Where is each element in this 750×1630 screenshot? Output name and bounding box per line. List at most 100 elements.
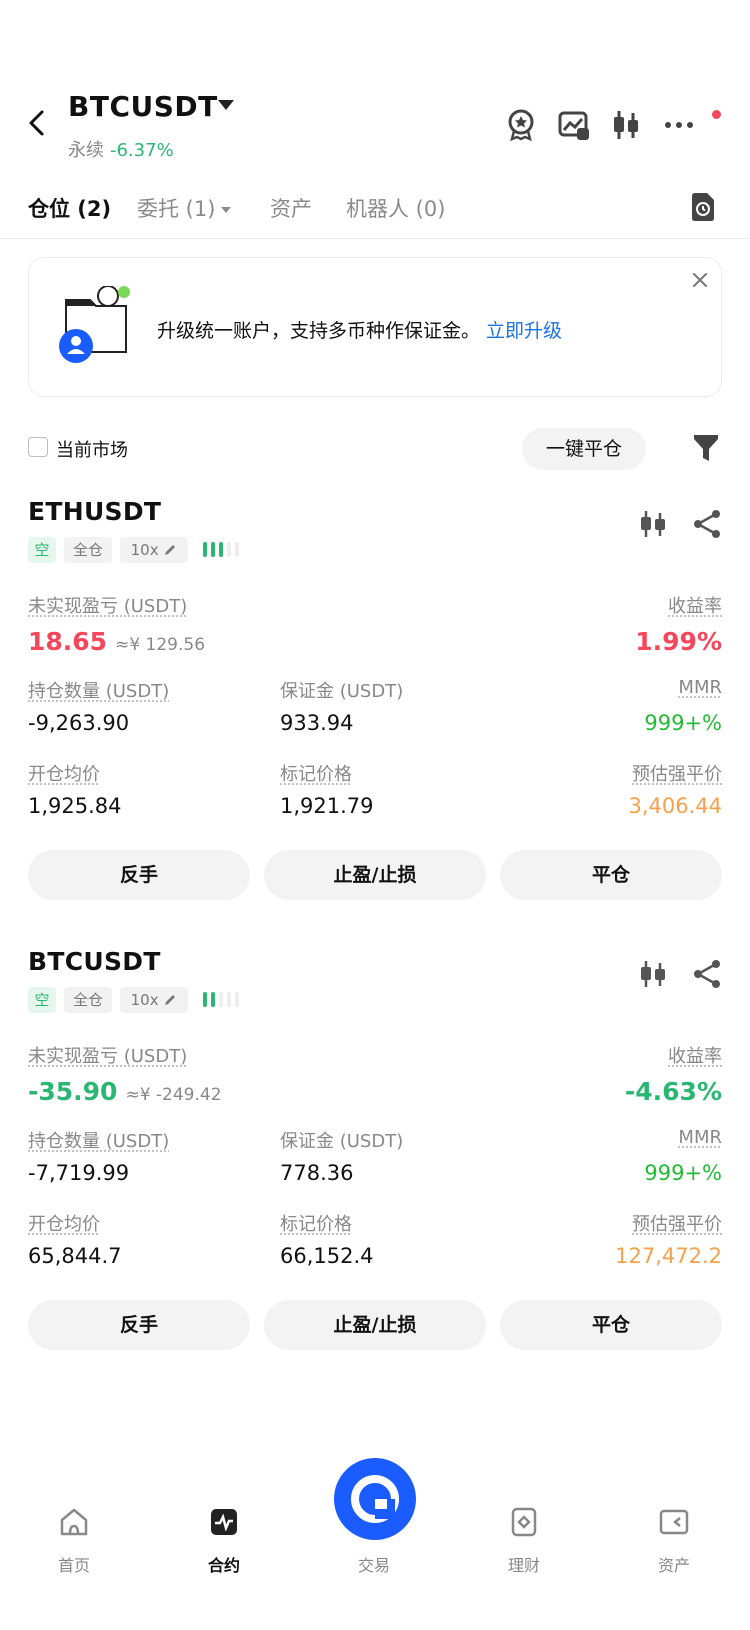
unrealized-pnl: -35.90 ≈¥ -249.42: [28, 1077, 222, 1106]
mark-price-value: 1,921.79: [280, 794, 374, 818]
close-all-button[interactable]: 一键平仓: [522, 428, 646, 470]
contract-type: 永续: [68, 140, 104, 161]
notification-dot: [712, 110, 721, 119]
close-position-button[interactable]: 平仓: [500, 1300, 722, 1350]
tp-sl-button[interactable]: 止盈/止损: [264, 1300, 486, 1350]
reverse-button[interactable]: 反手: [28, 850, 250, 900]
position-symbol[interactable]: ETHUSDT: [28, 497, 161, 526]
nav-earn-label[interactable]: 理财: [464, 1552, 584, 1576]
adl-bar: [203, 542, 207, 557]
symbol-dropdown-icon[interactable]: [218, 100, 234, 110]
side-tag: 空: [28, 987, 56, 1013]
adl-bar: [227, 992, 231, 1007]
position-size-value: -9,263.90: [28, 711, 130, 735]
roe-label[interactable]: 收益率: [668, 592, 722, 618]
mmr-label[interactable]: MMR: [678, 1127, 722, 1148]
current-market-checkbox[interactable]: [28, 437, 48, 457]
margin-mode-tag: 全仓: [64, 987, 112, 1013]
futures-icon[interactable]: [208, 1506, 240, 1538]
trade-button[interactable]: [334, 1458, 416, 1540]
tab-bots[interactable]: 机器人 (0): [346, 193, 445, 223]
mark-price-label[interactable]: 标记价格: [280, 760, 352, 786]
liq-price-value: 3,406.44: [628, 794, 722, 818]
pnl-cny-value: ≈¥ 129.56: [115, 635, 206, 655]
account-upgrade-illustration-icon: [56, 285, 136, 366]
margin-label: 保证金 (USDT): [280, 681, 404, 702]
home-icon[interactable]: [58, 1506, 90, 1538]
tab-orders-label: 委托 (1): [137, 197, 216, 221]
margin-value: 778.36: [280, 1161, 354, 1185]
adl-bar: [235, 542, 239, 557]
nav-futures-label[interactable]: 合约: [164, 1552, 284, 1576]
adl-bar: [227, 542, 231, 557]
roe-value: 1.99%: [635, 627, 722, 656]
mmr-label[interactable]: MMR: [678, 677, 722, 698]
side-tag: 空: [28, 537, 56, 563]
tab-assets[interactable]: 资产: [270, 193, 312, 223]
tab-orders[interactable]: 委托 (1): [137, 193, 232, 223]
tp-sl-button[interactable]: 止盈/止损: [264, 850, 486, 900]
badge-icon[interactable]: [504, 108, 538, 142]
candlestick-icon[interactable]: [609, 108, 643, 142]
history-doc-icon[interactable]: [690, 192, 716, 222]
symbol-title[interactable]: BTCUSDT: [68, 90, 218, 123]
nav-home-label[interactable]: 首页: [14, 1552, 134, 1576]
entry-price-value: 1,925.84: [28, 794, 122, 818]
position-symbol[interactable]: BTCUSDT: [28, 947, 161, 976]
edit-icon: [165, 545, 176, 555]
upgrade-link[interactable]: 立即升级: [486, 320, 562, 342]
leverage-value: 10x: [130, 991, 159, 1009]
mark-price-value: 66,152.4: [280, 1244, 374, 1268]
mmr-value: 999+%: [644, 711, 722, 735]
wallet-icon[interactable]: [658, 1506, 690, 1538]
liq-price-label[interactable]: 预估强平价: [632, 1210, 722, 1236]
adl-bar: [219, 992, 223, 1007]
adl-indicator: [203, 992, 239, 1007]
liq-price-label[interactable]: 预估强平价: [632, 760, 722, 786]
earn-icon[interactable]: [508, 1506, 540, 1538]
entry-price-value: 65,844.7: [28, 1244, 122, 1268]
adl-bar: [219, 542, 223, 557]
nav-trade-label[interactable]: 交易: [314, 1552, 434, 1576]
pnl-value: -35.90: [28, 1077, 118, 1106]
close-icon[interactable]: [690, 270, 710, 290]
chart-compare-icon[interactable]: [557, 108, 591, 142]
tab-positions[interactable]: 仓位 (2): [28, 193, 111, 223]
position-size-label[interactable]: 持仓数量 (USDT): [28, 1127, 169, 1153]
position-size-value: -7,719.99: [28, 1161, 130, 1185]
leverage-tag[interactable]: 10x: [120, 537, 188, 563]
banner-message: 升级统一账户，支持多币种作保证金。 立即升级: [157, 316, 562, 343]
mark-price-label[interactable]: 标记价格: [280, 1210, 352, 1236]
nav-assets-label[interactable]: 资产: [614, 1552, 734, 1576]
adl-bar: [211, 542, 215, 557]
candlestick-icon[interactable]: [638, 959, 668, 989]
more-icon[interactable]: [662, 108, 696, 142]
pnl-cny-value: ≈¥ -249.42: [125, 1085, 222, 1105]
back-arrow-icon[interactable]: [22, 108, 52, 138]
candlestick-icon[interactable]: [638, 509, 668, 539]
mmr-value: 999+%: [644, 1161, 722, 1185]
close-position-button[interactable]: 平仓: [500, 850, 722, 900]
current-market-label: 当前市场: [56, 440, 128, 461]
entry-price-label[interactable]: 开仓均价: [28, 760, 100, 786]
edit-icon: [165, 995, 176, 1005]
roe-value: -4.63%: [624, 1077, 722, 1106]
roe-label[interactable]: 收益率: [668, 1042, 722, 1068]
leverage-value: 10x: [130, 541, 159, 559]
adl-bar: [235, 992, 239, 1007]
unrealized-pnl-label[interactable]: 未实现盈亏 (USDT): [28, 1042, 187, 1068]
unrealized-pnl: 18.65 ≈¥ 129.56: [28, 627, 205, 656]
share-icon[interactable]: [692, 959, 722, 989]
adl-bar: [211, 992, 215, 1007]
share-icon[interactable]: [692, 509, 722, 539]
entry-price-label[interactable]: 开仓均价: [28, 1210, 100, 1236]
position-size-label[interactable]: 持仓数量 (USDT): [28, 677, 169, 703]
filter-icon[interactable]: [693, 433, 719, 463]
pnl-value: 18.65: [28, 627, 108, 656]
banner-text: 升级统一账户，支持多币种作保证金。: [157, 320, 481, 342]
unrealized-pnl-label[interactable]: 未实现盈亏 (USDT): [28, 592, 187, 618]
reverse-button[interactable]: 反手: [28, 1300, 250, 1350]
leverage-tag[interactable]: 10x: [120, 987, 188, 1013]
margin-label: 保证金 (USDT): [280, 1131, 404, 1152]
tab-orders-caret-icon: [221, 207, 232, 213]
